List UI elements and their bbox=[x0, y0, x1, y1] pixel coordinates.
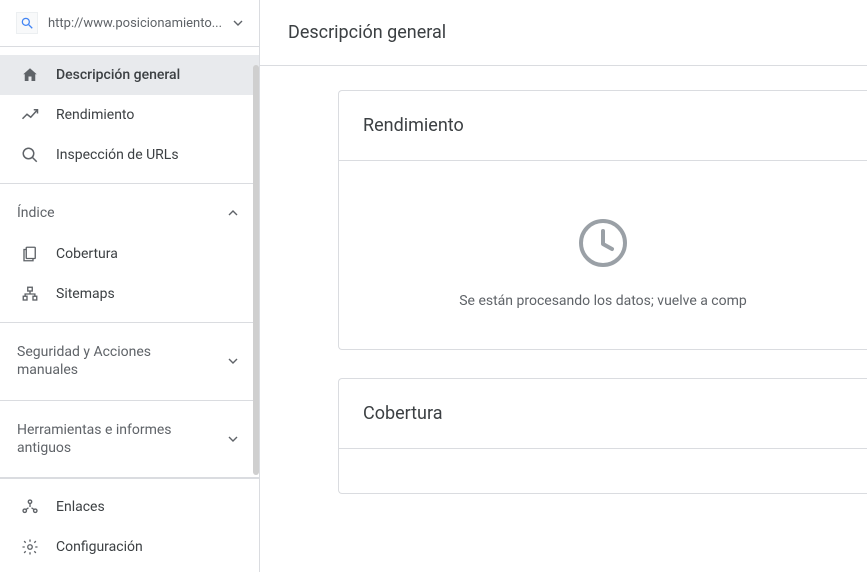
home-icon bbox=[20, 65, 40, 85]
search-icon bbox=[20, 145, 40, 165]
card-title: Rendimiento bbox=[339, 91, 867, 161]
sidebar-item-url-inspection[interactable]: Inspección de URLs bbox=[0, 135, 259, 175]
card-cobertura: Cobertura bbox=[338, 378, 867, 494]
card-rendimiento: Rendimiento Se están procesando los dato… bbox=[338, 90, 867, 350]
sidebar-item-overview[interactable]: Descripción general bbox=[0, 55, 259, 95]
nav-section-main: Descripción general Rendimiento Inspecci… bbox=[0, 47, 259, 184]
nav-section-header-legacy[interactable]: Herramientas e informes antiguos bbox=[0, 409, 259, 469]
sidebar-item-label: Descripción general bbox=[56, 67, 180, 83]
chevron-down-icon bbox=[227, 355, 239, 367]
nav-section-footer: Enlaces Configuración bbox=[0, 478, 259, 572]
nav-section-index: Índice Cobertura Sitemaps bbox=[0, 184, 259, 323]
sidebar-item-sitemaps[interactable]: Sitemaps bbox=[0, 274, 259, 314]
sidebar-item-label: Inspección de URLs bbox=[56, 147, 179, 163]
sidebar-item-label: Enlaces bbox=[56, 499, 105, 515]
sidebar-item-label: Cobertura bbox=[56, 246, 118, 262]
trend-icon bbox=[20, 105, 40, 125]
card-body bbox=[339, 449, 867, 493]
clock-icon bbox=[577, 217, 629, 269]
main-content: Descripción general Rendimiento Se están… bbox=[260, 0, 867, 572]
nav-section-header-index[interactable]: Índice bbox=[0, 192, 259, 234]
sidebar-item-settings[interactable]: Configuración bbox=[0, 527, 259, 567]
card-body: Se están procesando los datos; vuelve a … bbox=[339, 161, 867, 349]
page-header: Descripción general bbox=[260, 0, 867, 66]
chevron-up-icon bbox=[227, 207, 239, 219]
sidebar-item-coverage[interactable]: Cobertura bbox=[0, 234, 259, 274]
property-url: http://www.posicionamiento... bbox=[48, 16, 223, 31]
property-favicon bbox=[16, 12, 38, 34]
property-selector[interactable]: http://www.posicionamiento... bbox=[0, 0, 259, 47]
main-body: Rendimiento Se están procesando los dato… bbox=[260, 66, 867, 572]
sitemap-icon bbox=[20, 284, 40, 304]
sidebar: http://www.posicionamiento... Descripció… bbox=[0, 0, 260, 572]
sidebar-item-performance[interactable]: Rendimiento bbox=[0, 95, 259, 135]
nav-section-header-security[interactable]: Seguridad y Acciones manuales bbox=[0, 331, 259, 391]
gear-icon bbox=[20, 537, 40, 557]
card-title: Cobertura bbox=[339, 379, 867, 449]
nav-section-legacy: Herramientas e informes antiguos bbox=[0, 401, 259, 478]
sidebar-scrollbar[interactable] bbox=[253, 65, 259, 475]
chevron-down-icon bbox=[227, 433, 239, 445]
nav-section-security: Seguridad y Acciones manuales bbox=[0, 323, 259, 400]
processing-message: Se están procesando los datos; vuelve a … bbox=[363, 293, 843, 309]
links-icon bbox=[20, 497, 40, 517]
page-title: Descripción general bbox=[288, 22, 839, 43]
pages-icon bbox=[20, 244, 40, 264]
sidebar-item-label: Rendimiento bbox=[56, 107, 134, 123]
sidebar-item-label: Configuración bbox=[56, 539, 143, 555]
sidebar-item-links[interactable]: Enlaces bbox=[0, 487, 259, 527]
dropdown-caret-icon bbox=[233, 18, 243, 28]
sidebar-item-label: Sitemaps bbox=[56, 286, 115, 302]
